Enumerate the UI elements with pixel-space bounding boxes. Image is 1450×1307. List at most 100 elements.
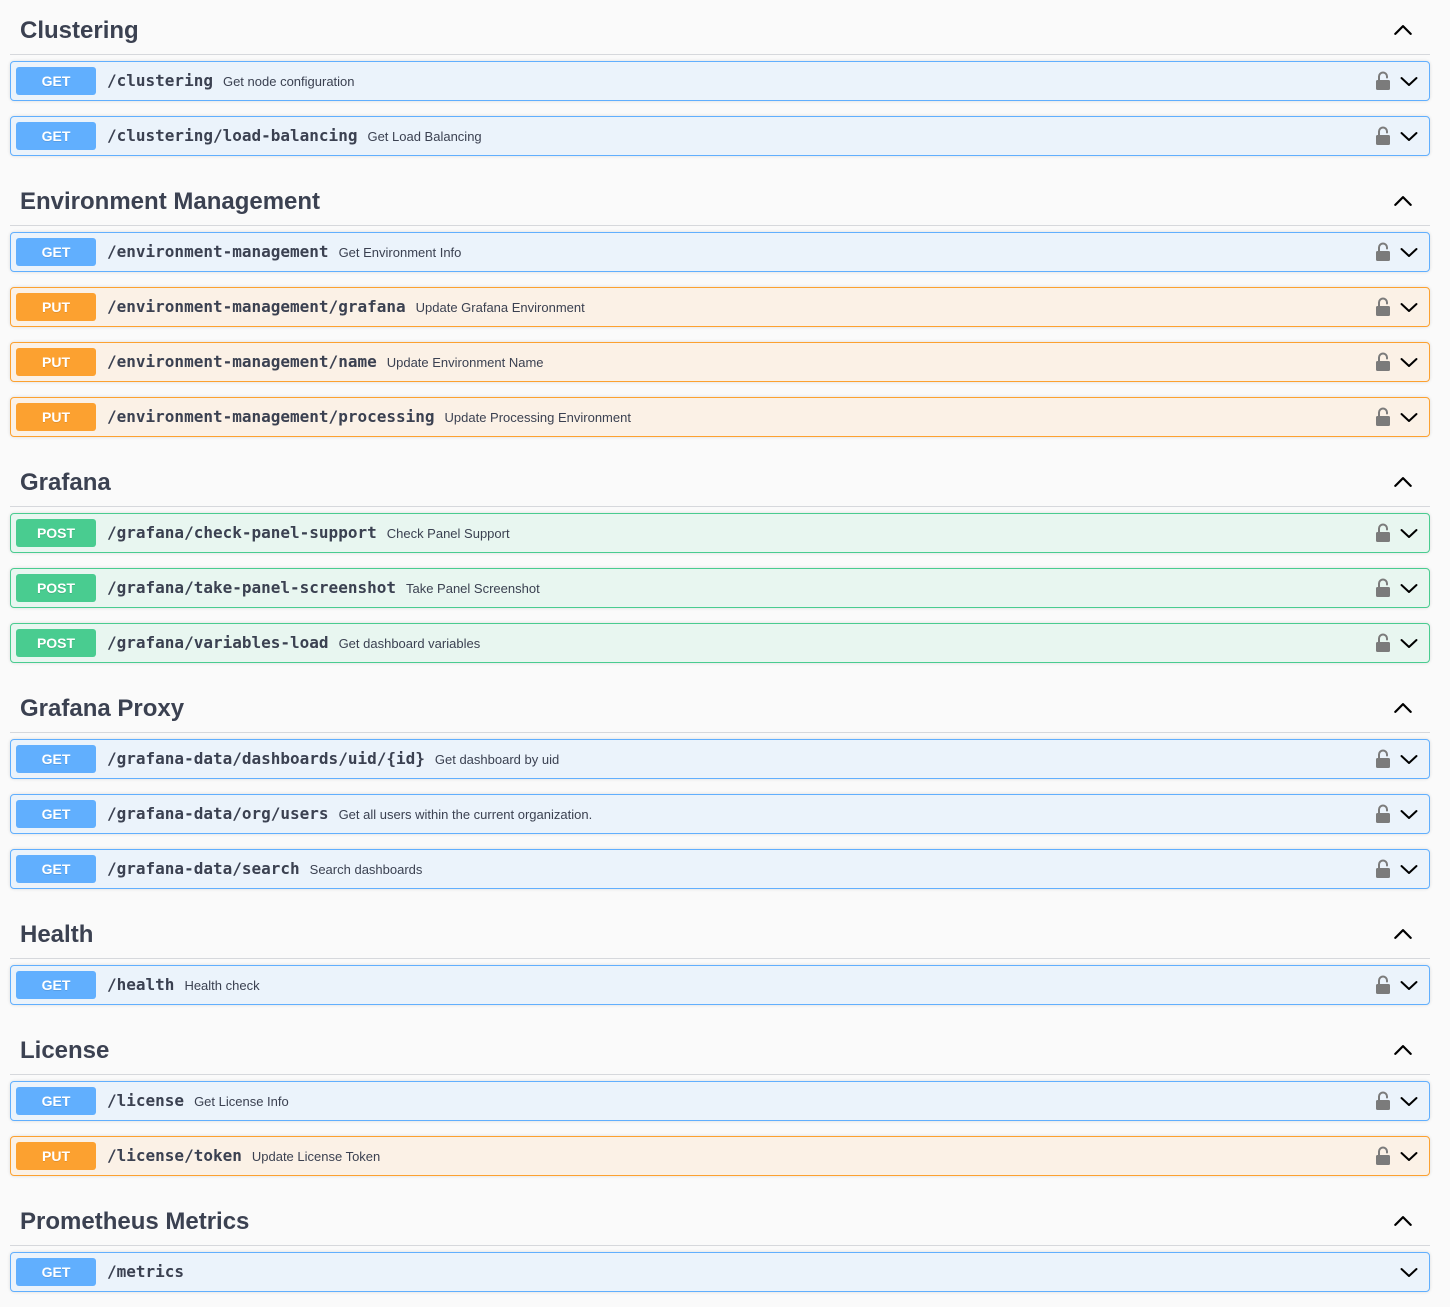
operation-path[interactable]: /environment-management/grafana Update Gr… (107, 297, 585, 318)
chevron-down-icon[interactable] (1399, 749, 1419, 769)
operation-summary: Update Processing Environment (444, 410, 631, 425)
chevron-up-icon[interactable] (1392, 1210, 1414, 1232)
operation-row-post[interactable]: POST /grafana/check-panel-support Check P… (10, 513, 1430, 553)
tag-header[interactable]: Grafana Proxy (10, 678, 1430, 733)
operation-summary: Get Environment Info (338, 245, 462, 260)
operation-row-get[interactable]: GET /grafana-data/org/users Get all users… (10, 794, 1430, 834)
operation-path[interactable]: /grafana-data/org/users Get all users wit… (107, 804, 592, 825)
operation-row-put[interactable]: PUT /environment-management/processing Up… (10, 397, 1430, 437)
lock-icon[interactable] (1375, 578, 1391, 598)
operation-path[interactable]: /grafana/take-panel-screenshot Take Panel… (107, 578, 540, 599)
method-badge: GET (16, 800, 96, 828)
chevron-up-icon[interactable] (1392, 923, 1414, 945)
chevron-up-icon[interactable] (1392, 190, 1414, 212)
operation-path-text: /license/token (107, 1146, 242, 1165)
tag-header[interactable]: License (10, 1020, 1430, 1075)
chevron-down-icon[interactable] (1399, 242, 1419, 262)
chevron-up-icon[interactable] (1392, 471, 1414, 493)
chevron-up-icon[interactable] (1392, 1039, 1414, 1061)
operation-row-post[interactable]: POST /grafana/take-panel-screenshot Take … (10, 568, 1430, 608)
lock-icon[interactable] (1375, 71, 1391, 91)
tag-title: Health (20, 921, 94, 948)
chevron-down-icon[interactable] (1399, 633, 1419, 653)
lock-icon[interactable] (1375, 975, 1391, 995)
chevron-up-icon[interactable] (1392, 697, 1414, 719)
operation-row-get[interactable]: GET /grafana-data/dashboards/uid/{id} Get… (10, 739, 1430, 779)
chevron-down-icon[interactable] (1399, 297, 1419, 317)
lock-icon[interactable] (1375, 1091, 1391, 1111)
operation-row-put[interactable]: PUT /license/token Update License Token (10, 1136, 1430, 1176)
lock-icon[interactable] (1375, 352, 1391, 372)
chevron-down-icon[interactable] (1399, 804, 1419, 824)
chevron-down-icon[interactable] (1399, 126, 1419, 146)
method-badge: PUT (16, 293, 96, 321)
chevron-down-icon[interactable] (1399, 578, 1419, 598)
chevron-up-icon[interactable] (1392, 19, 1414, 41)
lock-icon[interactable] (1375, 633, 1391, 653)
operation-summary: Update License Token (251, 1149, 381, 1164)
lock-icon[interactable] (1375, 859, 1391, 879)
tag-header[interactable]: Grafana (10, 452, 1430, 507)
operation-row-get[interactable]: GET /license Get License Info (10, 1081, 1430, 1121)
operation-path-text: /grafana-data/dashboards/uid/{id} (107, 749, 425, 768)
operation-row-put[interactable]: PUT /environment-management/grafana Updat… (10, 287, 1430, 327)
operation-row-get[interactable]: GET /metrics (10, 1252, 1430, 1292)
operation-path-text: /license (107, 1091, 185, 1110)
operation-path[interactable]: /license/token Update License Token (107, 1146, 380, 1167)
tag-header[interactable]: Clustering (10, 0, 1430, 55)
operation-row-get[interactable]: GET /health Health check (10, 965, 1430, 1005)
operation-row-get[interactable]: GET /environment-management Get Environme… (10, 232, 1430, 272)
lock-icon[interactable] (1375, 242, 1391, 262)
lock-icon[interactable] (1375, 523, 1391, 543)
operation-path[interactable]: /grafana/check-panel-support Check Panel … (107, 523, 510, 544)
operation-path-text: /environment-management (107, 242, 329, 261)
operation-path[interactable]: /grafana-data/dashboards/uid/{id} Get das… (107, 749, 559, 770)
operation-path[interactable]: /grafana/variables-load Get dashboard var… (107, 633, 480, 654)
operations-group: GET /clustering Get node configuration GE… (0, 61, 1450, 156)
operation-path[interactable]: /environment-management/name Update Envir… (107, 352, 544, 373)
method-badge: POST (16, 629, 96, 657)
operation-path-text: /environment-management/grafana (107, 297, 406, 316)
operation-path[interactable]: /metrics (107, 1262, 194, 1283)
chevron-down-icon[interactable] (1399, 1262, 1419, 1282)
lock-icon[interactable] (1375, 749, 1391, 769)
method-badge: GET (16, 1258, 96, 1286)
operation-path[interactable]: /environment-management/processing Update… (107, 407, 631, 428)
tag-header[interactable]: Environment Management (10, 171, 1430, 226)
method-badge: GET (16, 971, 96, 999)
operation-summary: Get Load Balancing (367, 129, 482, 144)
operation-row-post[interactable]: POST /grafana/variables-load Get dashboar… (10, 623, 1430, 663)
operation-path-text: /grafana/check-panel-support (107, 523, 377, 542)
chevron-down-icon[interactable] (1399, 523, 1419, 543)
lock-icon[interactable] (1375, 297, 1391, 317)
method-badge: PUT (16, 1142, 96, 1170)
operations-group: GET /environment-management Get Environme… (0, 232, 1450, 437)
tag-header[interactable]: Health (10, 904, 1430, 959)
operation-row-get[interactable]: GET /clustering Get node configuration (10, 61, 1430, 101)
operation-path-text: /grafana-data/org/users (107, 804, 329, 823)
chevron-down-icon[interactable] (1399, 975, 1419, 995)
lock-icon[interactable] (1375, 804, 1391, 824)
lock-icon[interactable] (1375, 126, 1391, 146)
tag-header[interactable]: Prometheus Metrics (10, 1191, 1430, 1246)
operation-path[interactable]: /health Health check (107, 975, 260, 996)
operation-path[interactable]: /environment-management Get Environment I… (107, 242, 461, 263)
chevron-down-icon[interactable] (1399, 1146, 1419, 1166)
operation-path[interactable]: /clustering Get node configuration (107, 71, 355, 92)
operation-summary: Get License Info (194, 1094, 289, 1109)
operations-group: GET /metrics (0, 1252, 1450, 1292)
chevron-down-icon[interactable] (1399, 71, 1419, 91)
operation-path-text: /clustering/load-balancing (107, 126, 358, 145)
operation-row-put[interactable]: PUT /environment-management/name Update E… (10, 342, 1430, 382)
lock-icon[interactable] (1375, 407, 1391, 427)
operation-path[interactable]: /clustering/load-balancing Get Load Balan… (107, 126, 482, 147)
lock-icon[interactable] (1375, 1146, 1391, 1166)
chevron-down-icon[interactable] (1399, 1091, 1419, 1111)
operation-path[interactable]: /grafana-data/search Search dashboards (107, 859, 422, 880)
operation-row-get[interactable]: GET /clustering/load-balancing Get Load B… (10, 116, 1430, 156)
chevron-down-icon[interactable] (1399, 859, 1419, 879)
operation-row-get[interactable]: GET /grafana-data/search Search dashboard… (10, 849, 1430, 889)
chevron-down-icon[interactable] (1399, 407, 1419, 427)
operation-path[interactable]: /license Get License Info (107, 1091, 289, 1112)
chevron-down-icon[interactable] (1399, 352, 1419, 372)
